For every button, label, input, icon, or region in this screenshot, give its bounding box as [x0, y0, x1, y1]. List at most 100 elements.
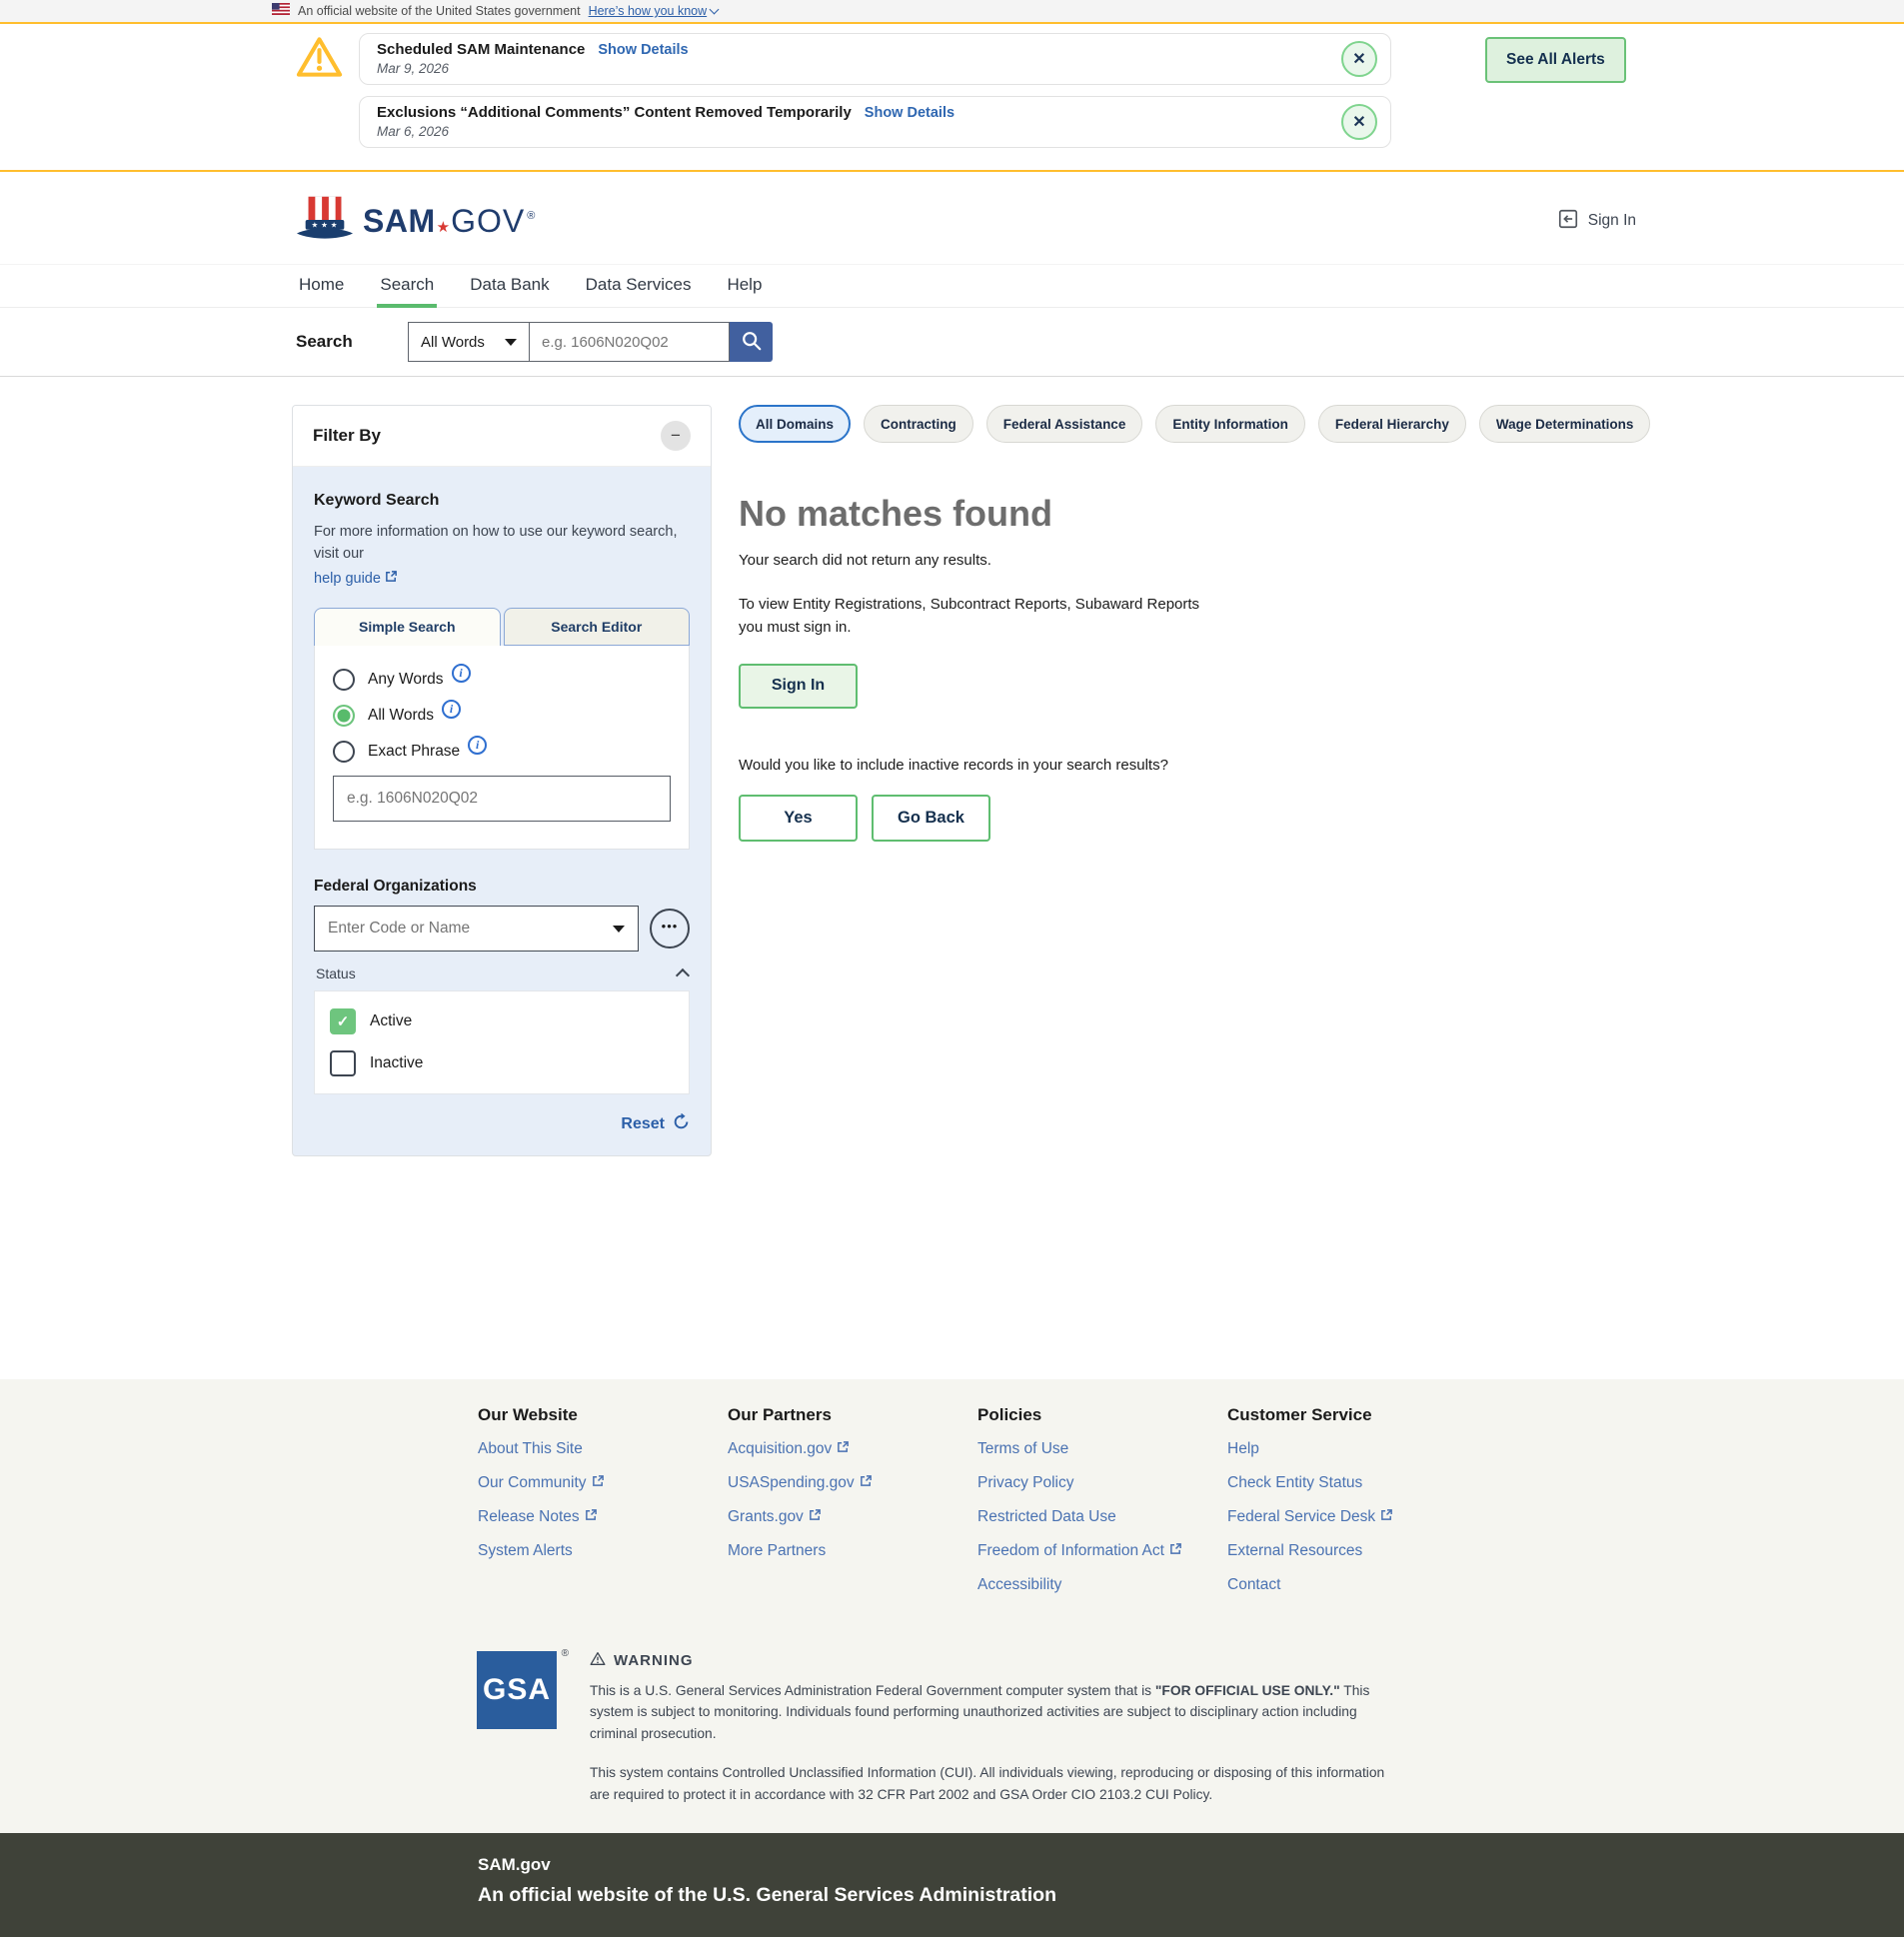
- chevron-up-icon[interactable]: [675, 968, 691, 983]
- search-input[interactable]: [530, 322, 730, 362]
- footer-column-our-website: Our Website About This Site Our Communit…: [478, 1405, 728, 1595]
- radio-any-words[interactable]: [333, 669, 355, 692]
- domain-tabs: All Domains Contracting Federal Assistan…: [739, 405, 1651, 443]
- domain-tab-contracting[interactable]: Contracting: [864, 405, 973, 443]
- domain-tab-wage-determinations[interactable]: Wage Determinations: [1478, 405, 1651, 443]
- sam-gov-logo[interactable]: ★ ★ ★ SAM ★ GOV ®: [296, 195, 535, 248]
- close-alert-button[interactable]: ✕: [1341, 41, 1377, 77]
- domain-tab-federal-assistance[interactable]: Federal Assistance: [985, 405, 1143, 443]
- footer-link[interactable]: Acquisition.gov: [728, 1439, 977, 1459]
- caret-down-icon: [613, 925, 625, 933]
- footer-link[interactable]: Federal Service Desk: [1227, 1507, 1477, 1527]
- close-icon: ✕: [1352, 51, 1366, 68]
- footer-link[interactable]: About This Site: [478, 1439, 728, 1459]
- how-you-know-link[interactable]: Here’s how you know: [589, 4, 720, 18]
- minus-icon: −: [671, 426, 681, 445]
- info-icon[interactable]: i: [468, 735, 488, 755]
- footer-link[interactable]: External Resources: [1227, 1541, 1477, 1561]
- alert-card: Scheduled SAM Maintenance Show Details M…: [359, 33, 1391, 85]
- footer-link[interactable]: Our Community: [478, 1473, 728, 1493]
- close-alert-button[interactable]: ✕: [1341, 104, 1377, 140]
- search-button[interactable]: [730, 322, 773, 362]
- chevron-down-icon: [709, 4, 720, 15]
- show-details-link[interactable]: Show Details: [598, 42, 688, 58]
- search-icon: [741, 330, 763, 355]
- checkbox-active[interactable]: ✓: [330, 1008, 356, 1035]
- gsa-warning-section: GSA ® WARNING This is a U.S. General Ser…: [0, 1595, 1904, 1805]
- logo-text: SAM ★ GOV ®: [363, 202, 536, 239]
- domain-tab-entity-information[interactable]: Entity Information: [1155, 405, 1305, 443]
- status-options: ✓ Active Inactive: [314, 990, 690, 1095]
- alert-date: Mar 9, 2026: [377, 61, 450, 76]
- footer-column-policies: Policies Terms of Use Privacy Policy Res…: [977, 1405, 1227, 1595]
- help-guide-link[interactable]: help guide: [314, 569, 398, 591]
- no-matches-title: No matches found: [739, 493, 1053, 534]
- nav-item-data-services[interactable]: Data Services: [583, 265, 695, 308]
- checkbox-inactive[interactable]: [330, 1050, 356, 1077]
- domain-tab-all-domains[interactable]: All Domains: [739, 405, 852, 443]
- footer-site-name: SAM.gov: [478, 1854, 551, 1874]
- search-label: Search: [296, 332, 353, 351]
- filter-title: Filter By: [313, 426, 382, 445]
- reset-filters-link[interactable]: Reset: [314, 1112, 690, 1135]
- sign-in-button[interactable]: Sign In: [739, 663, 858, 709]
- footer-link[interactable]: Check Entity Status: [1227, 1473, 1477, 1493]
- sign-in-link[interactable]: Sign In: [1557, 208, 1636, 235]
- svg-text:★: ★: [321, 220, 328, 229]
- uncle-sam-hat-icon: ★ ★ ★: [296, 195, 354, 248]
- site-header: ★ ★ ★ SAM ★ GOV ® Sign In: [0, 172, 1904, 264]
- see-all-alerts-button[interactable]: See All Alerts: [1485, 37, 1626, 83]
- keyword-tabs: Simple Search Search Editor: [314, 608, 690, 647]
- alerts-section: Scheduled SAM Maintenance Show Details M…: [0, 24, 1904, 172]
- footer-link[interactable]: More Partners: [728, 1541, 977, 1561]
- collapse-filters-button[interactable]: −: [661, 421, 691, 451]
- footer-column-customer-service: Customer Service Help Check Entity Statu…: [1227, 1405, 1477, 1595]
- nav-item-help[interactable]: Help: [724, 265, 765, 308]
- show-details-link[interactable]: Show Details: [865, 105, 954, 121]
- info-icon[interactable]: i: [442, 699, 462, 719]
- nav-item-home[interactable]: Home: [296, 265, 347, 308]
- footer-link[interactable]: Contact: [1227, 1575, 1477, 1595]
- tab-simple-search[interactable]: Simple Search: [314, 608, 501, 647]
- search-mode-select[interactable]: All Words: [408, 322, 530, 362]
- external-link-icon: [1380, 1507, 1393, 1527]
- checkbox-row-active: ✓ Active: [330, 1008, 674, 1035]
- footer-link[interactable]: Restricted Data Use: [977, 1507, 1227, 1527]
- footer-link[interactable]: USASpending.gov: [728, 1473, 977, 1493]
- footer-column-our-partners: Our Partners Acquisition.gov USASpending…: [728, 1405, 977, 1595]
- sign-in-icon: [1557, 208, 1579, 235]
- main-content: Filter By − Keyword Search For more info…: [0, 377, 1904, 1379]
- alert-row: Exclusions “Additional Comments” Content…: [296, 96, 1391, 148]
- federal-organizations-combobox[interactable]: Enter Code or Name: [314, 906, 639, 953]
- nav-item-data-bank[interactable]: Data Bank: [467, 265, 552, 308]
- footer-link[interactable]: Privacy Policy: [977, 1473, 1227, 1493]
- nav-item-search[interactable]: Search: [377, 265, 438, 308]
- footer-link[interactable]: Accessibility: [977, 1575, 1227, 1595]
- footer-link[interactable]: Help: [1227, 1439, 1477, 1459]
- alert-title: Exclusions “Additional Comments” Content…: [377, 104, 852, 121]
- go-back-button[interactable]: Go Back: [872, 794, 990, 842]
- alert-card: Exclusions “Additional Comments” Content…: [359, 96, 1391, 148]
- info-icon[interactable]: i: [451, 663, 471, 683]
- tab-search-editor[interactable]: Search Editor: [503, 608, 690, 647]
- footer-link[interactable]: Grants.gov: [728, 1507, 977, 1527]
- us-flag-icon: [272, 2, 290, 20]
- footer-link[interactable]: System Alerts: [478, 1541, 728, 1561]
- footer-link[interactable]: Release Notes: [478, 1507, 728, 1527]
- radio-all-words[interactable]: [333, 705, 355, 728]
- keyword-help-text: For more information on how to use our k…: [314, 522, 690, 590]
- simple-search-panel: Any Words i All Words i Exact Phrase i: [314, 646, 690, 851]
- more-options-button[interactable]: •••: [650, 909, 690, 950]
- alert-date: Mar 6, 2026: [377, 124, 450, 139]
- main-nav: Home Search Data Bank Data Services Help: [0, 264, 1904, 308]
- footer-link[interactable]: Terms of Use: [977, 1439, 1227, 1459]
- yes-button[interactable]: Yes: [739, 794, 858, 842]
- keyword-search-title: Keyword Search: [314, 492, 440, 509]
- radio-exact-phrase[interactable]: [333, 741, 355, 764]
- domain-tab-federal-hierarchy[interactable]: Federal Hierarchy: [1317, 405, 1466, 443]
- svg-text:★: ★: [331, 220, 338, 229]
- keyword-input[interactable]: [333, 776, 671, 823]
- external-link-icon: [385, 569, 398, 591]
- svg-text:★: ★: [311, 220, 318, 229]
- footer-link[interactable]: Freedom of Information Act: [977, 1541, 1227, 1561]
